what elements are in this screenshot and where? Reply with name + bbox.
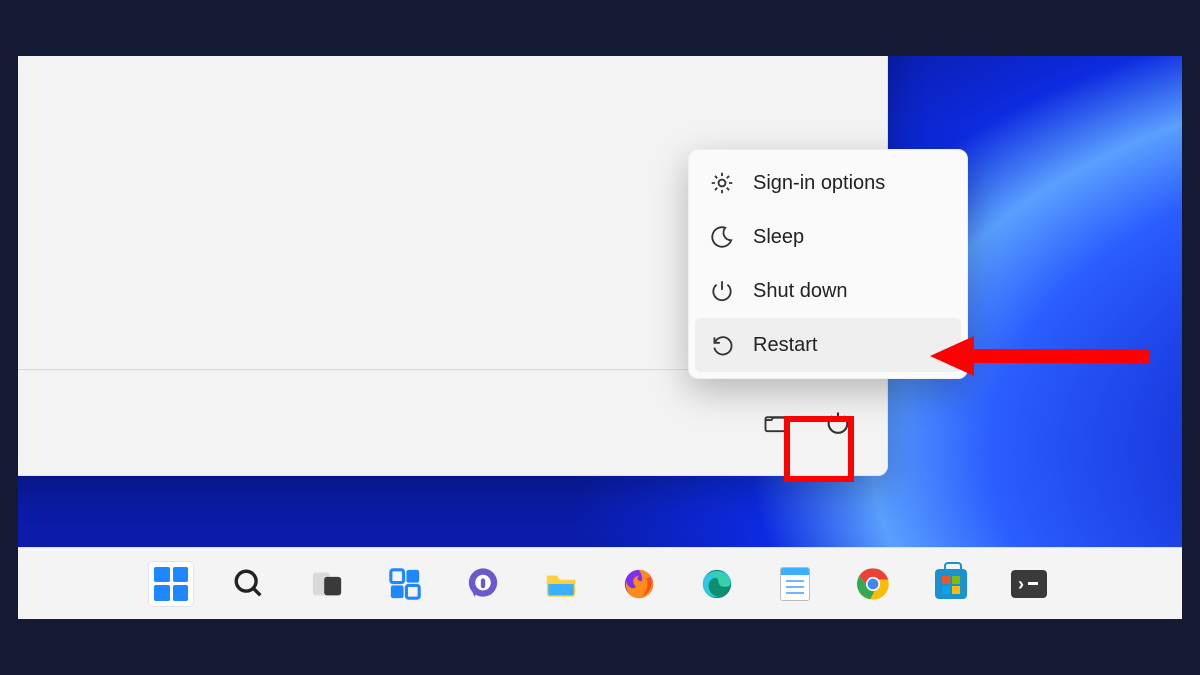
windows-icon bbox=[154, 567, 188, 601]
edge-icon bbox=[700, 567, 734, 601]
task-view-icon bbox=[310, 567, 344, 601]
ms-store-button[interactable] bbox=[929, 562, 973, 606]
folder-open-icon bbox=[762, 409, 790, 437]
widgets-button[interactable] bbox=[383, 562, 427, 606]
firefox-button[interactable] bbox=[617, 562, 661, 606]
chrome-icon bbox=[856, 567, 890, 601]
task-view-button[interactable] bbox=[305, 562, 349, 606]
letterbox-top bbox=[0, 0, 1200, 56]
terminal-button[interactable] bbox=[1007, 562, 1051, 606]
menu-item-label: Sign-in options bbox=[753, 172, 885, 195]
taskbar bbox=[18, 547, 1182, 619]
folder-icon bbox=[544, 567, 578, 601]
gear-icon bbox=[709, 170, 735, 196]
all-apps-folder-button[interactable] bbox=[749, 396, 803, 450]
menu-item-signin-options[interactable]: Sign-in options bbox=[695, 156, 961, 210]
menu-item-label: Sleep bbox=[753, 226, 804, 249]
firefox-icon bbox=[622, 567, 656, 601]
power-icon bbox=[709, 278, 735, 304]
terminal-icon bbox=[1011, 570, 1047, 598]
power-button[interactable] bbox=[811, 396, 865, 450]
edge-button[interactable] bbox=[695, 562, 739, 606]
power-menu: Sign-in options Sleep Shut down Restart bbox=[688, 149, 968, 379]
chat-icon bbox=[466, 567, 500, 601]
start-menu-footer bbox=[18, 370, 887, 475]
power-icon bbox=[824, 409, 852, 437]
menu-item-sleep[interactable]: Sleep bbox=[695, 210, 961, 264]
chrome-button[interactable] bbox=[851, 562, 895, 606]
file-explorer-button[interactable] bbox=[539, 562, 583, 606]
letterbox-bottom bbox=[0, 619, 1200, 675]
store-icon bbox=[935, 569, 967, 599]
menu-item-restart[interactable]: Restart bbox=[695, 318, 961, 372]
menu-item-label: Restart bbox=[753, 334, 817, 357]
desktop-wallpaper: Sign-in options Sleep Shut down Restart bbox=[18, 56, 1182, 619]
menu-item-label: Shut down bbox=[753, 280, 848, 303]
menu-item-shut-down[interactable]: Shut down bbox=[695, 264, 961, 318]
start-button[interactable] bbox=[149, 562, 193, 606]
widgets-icon bbox=[388, 567, 422, 601]
search-button[interactable] bbox=[227, 562, 271, 606]
search-icon bbox=[232, 567, 266, 601]
restart-icon bbox=[709, 332, 735, 358]
notepad-button[interactable] bbox=[773, 562, 817, 606]
notepad-icon bbox=[780, 567, 810, 601]
teams-chat-button[interactable] bbox=[461, 562, 505, 606]
moon-icon bbox=[709, 224, 735, 250]
